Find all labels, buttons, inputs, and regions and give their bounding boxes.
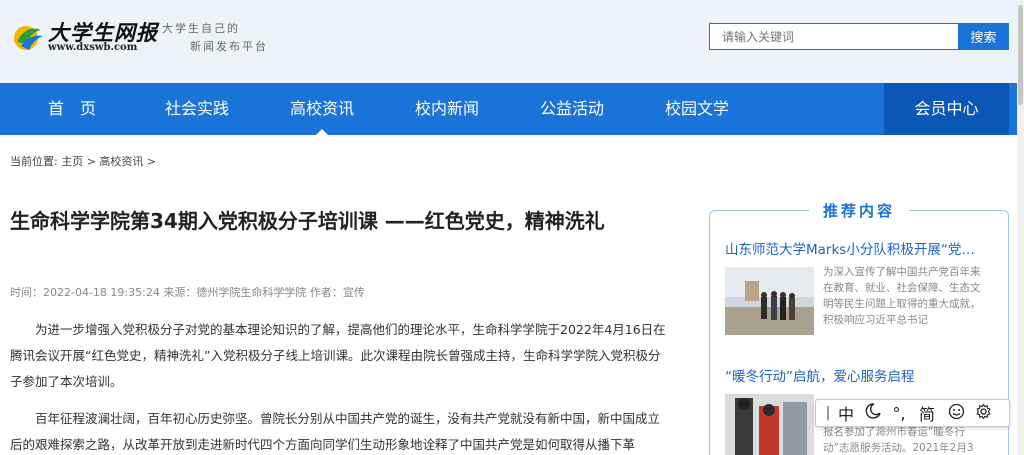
scrollbar-thumb[interactable] bbox=[1018, 5, 1023, 105]
punctuation-toggle[interactable]: °, bbox=[886, 404, 912, 423]
logo-url[interactable]: www.dxswb.com bbox=[48, 42, 137, 53]
recommend-heading: 推荐内容 bbox=[809, 200, 909, 221]
article-paragraph: 为进一步增强入党积极分子对党的基本理论知识的了解，提高他们的理论水平，生命科学学… bbox=[10, 322, 666, 389]
logo-icon[interactable] bbox=[11, 22, 45, 52]
emoji-icon[interactable] bbox=[942, 403, 970, 424]
nav-item-charity[interactable]: 公益活动 bbox=[522, 83, 622, 135]
article-paragraph: 百年征程波澜壮阔，百年初心历史弥坚。曾院长分别从中国共产党的诞生，没有共产党就没… bbox=[10, 411, 661, 452]
recommend-item-summary: 为深入宣传了解中国共产党百年来在教育、就业、社会保障、生态文明等民生问题上取得的… bbox=[823, 266, 981, 326]
site-slogan: 大学生自己的 新闻发布平台 bbox=[162, 20, 292, 56]
slogan-line-1: 大学生自己的 bbox=[162, 22, 240, 35]
article-meta: 时间：2022-04-18 19:35:24 来源：德州学院生命科学学院 作者：… bbox=[10, 286, 365, 299]
main-nav: 首 页 社会实践 高校资讯 校内新闻 公益活动 校园文学 会员中心 bbox=[0, 83, 1024, 135]
member-center-button[interactable]: 会员中心 bbox=[884, 83, 1009, 135]
nav-item-campus-news-info[interactable]: 高校资讯 bbox=[272, 83, 372, 135]
search-button[interactable]: 搜索 bbox=[958, 23, 1009, 50]
charset-toggle[interactable]: 简 bbox=[912, 401, 942, 425]
article-title: 生命科学学院第34期入党积极分子培训课 ——红色党史，精神洗礼 bbox=[10, 209, 605, 233]
recommend-item-summary: 报名参加了滁州市春运“暖冬行动”志愿服务活动。2021年2月3 bbox=[823, 426, 974, 454]
drag-handle-icon[interactable]: | bbox=[824, 405, 832, 421]
recommend-item-thumbnail[interactable] bbox=[725, 267, 814, 335]
ime-mode-toggle[interactable]: 中 bbox=[832, 401, 860, 425]
recommend-item-title[interactable]: “暖冬行动”启航，爱心服务启程 bbox=[725, 365, 995, 385]
breadcrumb[interactable]: 当前位置: 主页 > 高校资讯 > bbox=[10, 153, 156, 169]
recommend-item-thumbnail[interactable] bbox=[725, 394, 814, 455]
ime-toolbar[interactable]: | 中 °, 简 bbox=[815, 399, 1010, 427]
gear-icon[interactable] bbox=[970, 402, 996, 424]
slogan-line-2: 新闻发布平台 bbox=[190, 40, 268, 53]
nav-item-campus-literature[interactable]: 校园文学 bbox=[647, 83, 747, 135]
search-input[interactable] bbox=[709, 23, 959, 50]
nav-item-school-news[interactable]: 校内新闻 bbox=[397, 83, 497, 135]
moon-icon[interactable] bbox=[860, 403, 886, 423]
nav-item-home[interactable]: 首 页 bbox=[22, 83, 122, 135]
nav-item-social-practice[interactable]: 社会实践 bbox=[147, 83, 247, 135]
recommend-item-title[interactable]: 山东师范大学Marks小分队积极开展“党… bbox=[725, 238, 995, 258]
